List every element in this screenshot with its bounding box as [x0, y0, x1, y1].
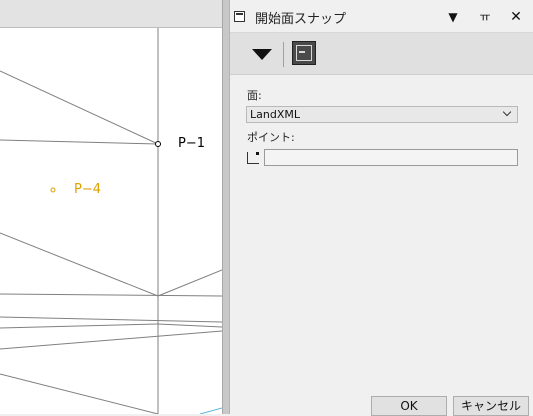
drawing-viewport[interactable]: P−1 P−4: [0, 0, 222, 414]
point-label-p4: P−4: [74, 182, 102, 197]
point-marker-p4[interactable]: [50, 187, 56, 193]
drawing-line: [157, 323, 222, 328]
drawing-line: [0, 316, 222, 323]
window-icon[interactable]: [292, 41, 316, 65]
drawing-line: [0, 232, 159, 297]
drawing-line: [199, 407, 222, 414]
snap-panel: 開始面スナップ ▼ ㅠ ✕ 面: LandXML ポイント: OK キャンセル: [230, 0, 533, 416]
pick-point-icon: [256, 152, 259, 155]
surface-label: 面:: [247, 89, 262, 102]
caret-down-icon[interactable]: [246, 42, 278, 66]
close-icon[interactable]: ✕: [508, 9, 524, 25]
drawing-line: [157, 269, 222, 297]
drawing-line: [0, 70, 159, 145]
drawing-line: [0, 373, 159, 414]
surface-select-value: LandXML: [250, 108, 300, 121]
point-label: ポイント:: [247, 131, 295, 144]
drawing-line: [0, 330, 222, 350]
surface-select[interactable]: LandXML: [246, 106, 518, 123]
drawing-line: [0, 139, 159, 145]
toolbar-separator: [283, 42, 284, 67]
drawing-line: [0, 323, 159, 329]
chevron-down-icon: [503, 109, 513, 119]
window-icon: [234, 11, 245, 22]
panel-toolbar: [230, 33, 533, 75]
panel-titlebar: 開始面スナップ ▼ ㅠ ✕: [230, 0, 533, 33]
panel-splitter[interactable]: [222, 0, 230, 414]
cancel-button[interactable]: キャンセル: [453, 396, 529, 416]
drawing-line: [0, 293, 222, 297]
ok-button[interactable]: OK: [371, 396, 447, 416]
panel-title: 開始面スナップ: [255, 12, 347, 27]
drawing-canvas[interactable]: [0, 0, 222, 414]
point-marker-p1[interactable]: [155, 141, 161, 147]
point-label-p1: P−1: [178, 136, 206, 151]
pick-point-button[interactable]: [246, 149, 263, 166]
triangle-down-icon[interactable]: ▼: [445, 9, 461, 25]
point-input[interactable]: [264, 149, 518, 166]
pin-icon[interactable]: ㅠ: [477, 9, 493, 25]
